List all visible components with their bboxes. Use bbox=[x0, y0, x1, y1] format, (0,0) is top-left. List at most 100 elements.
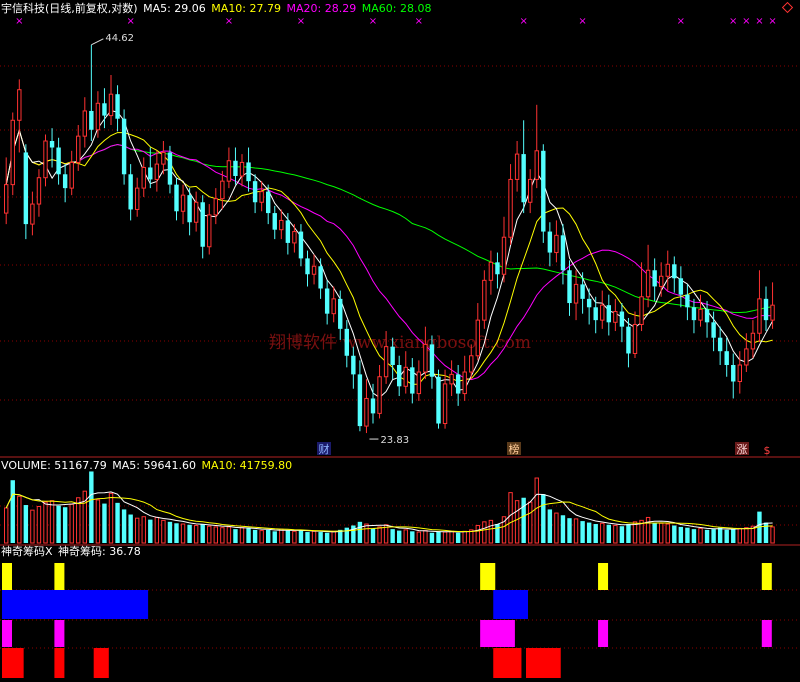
volume-ma5-label: MA5: 59641.60 bbox=[112, 459, 196, 472]
indicator-name[interactable]: 神奇筹码X bbox=[1, 545, 53, 558]
candle-body bbox=[246, 162, 251, 182]
volume-bar bbox=[410, 531, 415, 543]
candle-body bbox=[36, 177, 42, 205]
candle-body bbox=[266, 191, 271, 214]
candle-body bbox=[49, 140, 55, 148]
candle bbox=[344, 320, 349, 368]
stock-chart[interactable]: 翔博软件 www.xiangbosoft.com 44.62 23.83 × × × × × ×… bbox=[0, 0, 800, 682]
volume-bar bbox=[521, 497, 526, 543]
volume-bar bbox=[390, 529, 395, 543]
candle-body bbox=[632, 323, 638, 354]
candle-body bbox=[272, 213, 277, 230]
candle-body bbox=[534, 150, 539, 180]
candle bbox=[770, 282, 775, 329]
candle bbox=[462, 355, 467, 401]
candle-body bbox=[377, 376, 382, 414]
candle-body bbox=[508, 178, 513, 238]
volume-bar bbox=[17, 495, 22, 544]
candle bbox=[43, 134, 48, 187]
volume-bar bbox=[763, 522, 769, 543]
candle bbox=[691, 298, 697, 334]
candle-body bbox=[292, 231, 297, 244]
volume-bar bbox=[318, 532, 323, 543]
candle-body bbox=[135, 187, 140, 210]
volume-bar bbox=[436, 531, 441, 543]
candle bbox=[704, 300, 710, 338]
candle bbox=[10, 112, 15, 196]
volume-bar bbox=[180, 523, 186, 544]
candle bbox=[233, 147, 238, 185]
candle-body bbox=[580, 284, 585, 299]
volume-bar bbox=[455, 532, 461, 543]
volume-bar bbox=[121, 509, 127, 543]
indicator-block-yellow bbox=[761, 563, 772, 590]
candle bbox=[239, 154, 245, 187]
diamond-icon[interactable] bbox=[781, 1, 794, 14]
volume-bar bbox=[429, 532, 435, 543]
candle bbox=[220, 170, 225, 210]
volume-bar bbox=[606, 524, 611, 543]
volume-bar bbox=[187, 524, 192, 543]
volume-bar bbox=[744, 527, 749, 544]
volume-bar bbox=[567, 518, 572, 543]
volume-bar bbox=[397, 530, 402, 543]
candle-body bbox=[311, 265, 317, 275]
volume-bar bbox=[482, 521, 487, 544]
candle bbox=[226, 147, 232, 189]
volume-bar bbox=[324, 532, 330, 543]
candle bbox=[121, 109, 127, 185]
volume-bar bbox=[698, 527, 703, 544]
candle bbox=[731, 353, 736, 399]
ma60-line bbox=[5, 128, 773, 314]
candle-body bbox=[252, 181, 258, 203]
candle bbox=[534, 104, 539, 189]
candle-body bbox=[469, 355, 474, 373]
volume-bar bbox=[737, 527, 742, 544]
candle bbox=[207, 204, 212, 255]
volume-bar bbox=[652, 522, 657, 543]
volume-bar bbox=[174, 523, 179, 543]
volume-bar bbox=[508, 492, 513, 544]
candle bbox=[213, 188, 219, 225]
candle-body bbox=[410, 367, 415, 394]
candle-body bbox=[207, 214, 212, 248]
candle-body bbox=[141, 166, 146, 189]
volume-bar bbox=[442, 531, 448, 544]
candle-body bbox=[383, 346, 389, 378]
stock-title: 宇信科技(日线,前复权,对数) bbox=[1, 2, 138, 15]
volume-bar bbox=[305, 532, 310, 543]
candle bbox=[475, 303, 481, 361]
volume-bar bbox=[613, 524, 618, 544]
event-marker-zhang: 涨 bbox=[737, 443, 748, 456]
candle-body bbox=[154, 163, 160, 180]
volume-bar bbox=[691, 529, 697, 543]
volume-bar bbox=[331, 530, 336, 544]
candle-body bbox=[554, 234, 559, 254]
candle-body bbox=[698, 308, 703, 321]
volume-bar bbox=[449, 530, 454, 544]
candle bbox=[49, 128, 55, 168]
candle bbox=[410, 358, 415, 404]
candle bbox=[259, 181, 264, 212]
volume-bar bbox=[351, 525, 356, 543]
volume-bar bbox=[272, 531, 277, 543]
volume-bar bbox=[495, 524, 500, 543]
candle-body bbox=[108, 93, 114, 117]
candle-body bbox=[148, 167, 153, 180]
volume-bar bbox=[49, 500, 55, 544]
candle-body bbox=[436, 376, 441, 424]
signal-marker: × bbox=[519, 16, 527, 27]
candle bbox=[187, 188, 192, 236]
volume-bar bbox=[252, 529, 258, 543]
candle bbox=[521, 120, 526, 214]
candle bbox=[36, 169, 42, 217]
candle bbox=[449, 360, 454, 397]
candle-body bbox=[167, 152, 173, 185]
candle-body bbox=[528, 178, 533, 203]
candle bbox=[252, 174, 258, 214]
candle bbox=[403, 351, 408, 394]
candle bbox=[115, 85, 120, 132]
event-marker-cai: 财 bbox=[319, 442, 330, 456]
volume-bar bbox=[528, 501, 533, 544]
candle bbox=[717, 326, 723, 365]
